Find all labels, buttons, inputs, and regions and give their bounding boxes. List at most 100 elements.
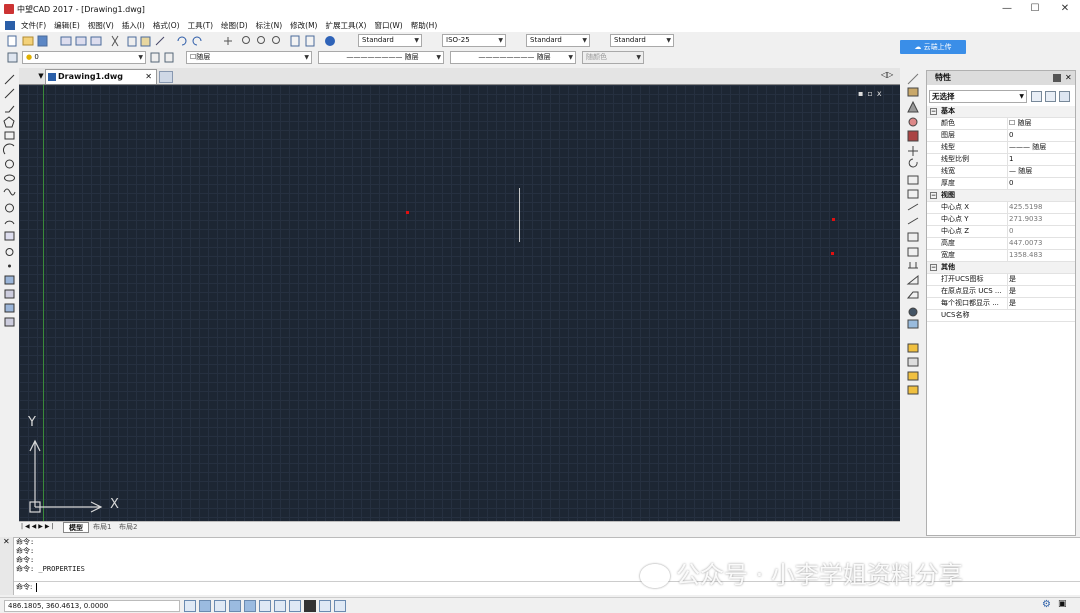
draw-tool-icons[interactable]: [0, 68, 19, 338]
property-value[interactable]: ☐ 随层: [1007, 118, 1075, 129]
modify-tool-icons[interactable]: [902, 68, 924, 400]
new-tab-icon[interactable]: [159, 71, 173, 83]
viewport-close-icon[interactable]: x: [877, 89, 886, 98]
dim-style-select[interactable]: ISO-25 ▼: [442, 34, 506, 47]
property-category[interactable]: − 视图: [927, 190, 1075, 202]
property-row[interactable]: UCS名称: [927, 310, 1075, 322]
tab-drawing1[interactable]: Drawing1.dwg ✕: [45, 69, 157, 84]
menu-file[interactable]: 文件(F): [21, 20, 46, 31]
layer-select[interactable]: ● 0 ▼: [22, 51, 146, 64]
property-category[interactable]: − 基本: [927, 106, 1075, 118]
text-style-select[interactable]: Standard ▼: [358, 34, 422, 47]
property-category[interactable]: − 其他: [927, 262, 1075, 274]
property-row[interactable]: 厚度 0: [927, 178, 1075, 190]
tab-layout2[interactable]: 布局2: [115, 522, 141, 533]
property-row[interactable]: 线型 ——— 随层: [927, 142, 1075, 154]
quick-select-icon[interactable]: [1059, 91, 1070, 102]
grid-toggle[interactable]: [199, 600, 211, 612]
property-value[interactable]: 是: [1007, 298, 1075, 309]
osnap-toggle[interactable]: [244, 600, 256, 612]
property-row[interactable]: 宽度 1358.483: [927, 250, 1075, 262]
property-row[interactable]: 中心点 Z 0: [927, 226, 1075, 238]
tab-layout1[interactable]: 布局1: [89, 522, 115, 533]
collapse-icon[interactable]: −: [930, 192, 937, 199]
close-icon[interactable]: ✕: [3, 537, 10, 546]
collapse-icon[interactable]: −: [930, 108, 937, 115]
property-row[interactable]: 线型比例 1: [927, 154, 1075, 166]
tab-scroll-icon[interactable]: ◁▷: [881, 70, 899, 82]
drawing-canvas[interactable]: ▪▫x Y X: [19, 85, 900, 521]
menu-window[interactable]: 窗口(W): [374, 20, 402, 31]
property-value[interactable]: 是: [1007, 286, 1075, 297]
viewport-controls[interactable]: ▪▫x: [858, 89, 886, 98]
property-value[interactable]: ——— 随层: [1007, 142, 1075, 153]
maximize-button[interactable]: ☐: [1020, 0, 1050, 18]
menu-format[interactable]: 格式(O): [153, 20, 180, 31]
lineweight-select[interactable]: ———————— 随层 ▼: [450, 51, 576, 64]
viewport-restore-icon[interactable]: ▫: [867, 89, 876, 98]
menu-dimension[interactable]: 标注(N): [256, 20, 282, 31]
property-row[interactable]: 高度 447.0073: [927, 238, 1075, 250]
property-row[interactable]: 中心点 Y 271.9033: [927, 214, 1075, 226]
polar-toggle[interactable]: [229, 600, 241, 612]
menu-tools[interactable]: 工具(T): [188, 20, 213, 31]
viewport-minimize-icon[interactable]: ▪: [858, 89, 867, 98]
otrack-toggle[interactable]: [259, 600, 271, 612]
tab-model[interactable]: 模型: [63, 522, 89, 533]
lineweight-toggle[interactable]: [304, 600, 316, 612]
select-objects-icon[interactable]: [1045, 91, 1056, 102]
menu-view[interactable]: 视图(V): [88, 20, 114, 31]
menu-extensions[interactable]: 扩展工具(X): [325, 20, 366, 31]
menu-insert[interactable]: 插入(I): [122, 20, 145, 31]
linetype-select[interactable]: ———————— 随层 ▼: [318, 51, 444, 64]
property-value[interactable]: 是: [1007, 274, 1075, 285]
palette-close-icon[interactable]: ✕: [1065, 71, 1072, 85]
property-value[interactable]: 271.9033: [1007, 214, 1075, 225]
property-row[interactable]: 图层 0: [927, 130, 1075, 142]
command-window-handle[interactable]: ✕: [0, 537, 14, 595]
property-value[interactable]: 0: [1007, 130, 1075, 141]
layout-nav-icons[interactable]: |◀◀▶▶|: [21, 523, 56, 530]
table-style-select[interactable]: Standard ▼: [526, 34, 590, 47]
gear-icon[interactable]: ⚙: [1042, 599, 1051, 610]
property-value[interactable]: 0: [1007, 178, 1075, 189]
property-row[interactable]: 在原点显示 UCS ... 是: [927, 286, 1075, 298]
snap-toggle[interactable]: [184, 600, 196, 612]
model-paper-toggle[interactable]: [319, 600, 331, 612]
toggle-pickadd-icon[interactable]: [1031, 91, 1042, 102]
property-value[interactable]: 1: [1007, 154, 1075, 165]
menu-help[interactable]: 帮助(H): [411, 20, 438, 31]
cloud-upload-button[interactable]: ☁ 云端上传: [900, 40, 966, 54]
dyn-toggle[interactable]: [274, 600, 286, 612]
color-select[interactable]: ☐随层 ▼: [186, 51, 312, 64]
property-row[interactable]: 颜色 ☐ 随层: [927, 118, 1075, 130]
property-row[interactable]: 打开UCS图标 是: [927, 274, 1075, 286]
palette-minimize-icon[interactable]: [1053, 74, 1061, 82]
menu-modify[interactable]: 修改(M): [290, 20, 317, 31]
collapse-icon[interactable]: −: [930, 264, 937, 271]
menu-draw[interactable]: 绘图(D): [221, 20, 248, 31]
property-value[interactable]: 0: [1007, 226, 1075, 237]
property-row[interactable]: 中心点 X 425.5198: [927, 202, 1075, 214]
dynamic-input-toggle[interactable]: [289, 600, 301, 612]
property-value[interactable]: 1358.483: [1007, 250, 1075, 261]
selection-select[interactable]: 无选择 ▼: [929, 90, 1027, 103]
fullscreen-icon[interactable]: ▣: [1058, 599, 1067, 609]
minimize-button[interactable]: —: [992, 0, 1022, 18]
property-row[interactable]: 线宽 — 随层: [927, 166, 1075, 178]
grip-point[interactable]: [831, 252, 834, 255]
mleader-style-select[interactable]: Standard ▼: [610, 34, 674, 47]
property-value[interactable]: 425.5198: [1007, 202, 1075, 213]
grip-point[interactable]: [832, 218, 835, 221]
standard-toolbar-icons[interactable]: [6, 33, 346, 49]
drawn-line[interactable]: [519, 188, 520, 242]
menu-edit[interactable]: 编辑(E): [54, 20, 80, 31]
quick-properties-toggle[interactable]: [334, 600, 346, 612]
layer-state-icons[interactable]: [150, 50, 180, 65]
close-button[interactable]: ✕: [1050, 0, 1080, 18]
property-value[interactable]: 447.0073: [1007, 238, 1075, 249]
ortho-toggle[interactable]: [214, 600, 226, 612]
grip-point[interactable]: [406, 211, 409, 214]
close-tab-icon[interactable]: ✕: [145, 70, 152, 84]
property-row[interactable]: 每个视口都显示 ... 是: [927, 298, 1075, 310]
